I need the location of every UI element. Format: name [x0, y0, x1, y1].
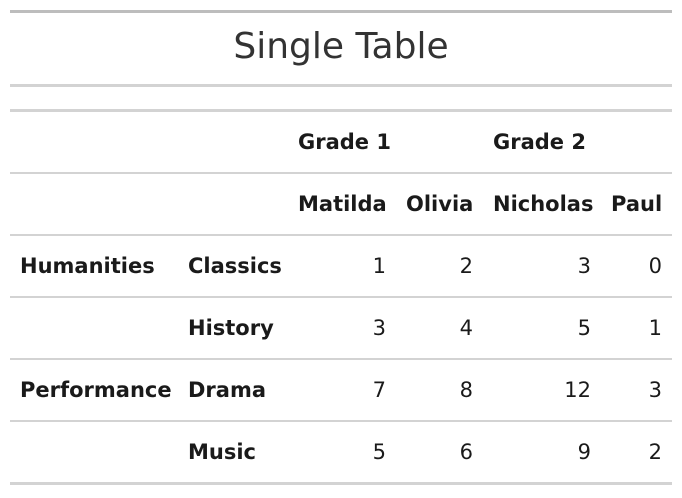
value-cell: 3	[601, 359, 672, 422]
grade-2-header: Grade 2	[483, 110, 672, 174]
student-header-row: Matilda Olivia Nicholas Paul	[10, 173, 672, 236]
table-title: Single Table	[10, 13, 672, 87]
student-header-nicholas: Nicholas	[483, 173, 601, 236]
subject-cell: Music	[188, 440, 256, 464]
value-cell: 3	[483, 235, 601, 298]
value-cell: 3	[288, 297, 396, 360]
value-cell: 4	[396, 297, 483, 360]
header-empty-cell	[178, 173, 288, 236]
student-header-paul: Paul	[601, 173, 672, 236]
student-header-matilda: Matilda	[288, 173, 396, 236]
table-frame: Single Table Grade 1 Grade 2 Matilda Oli…	[10, 10, 672, 485]
value-cell: 1	[601, 297, 672, 360]
value-cell: 5	[372, 440, 386, 464]
subject-cell: Drama	[178, 359, 288, 422]
value-cell: 12	[483, 359, 601, 422]
value-cell: 2	[396, 235, 483, 298]
grade-1-header: Grade 1	[288, 110, 483, 174]
group-cell	[10, 421, 178, 484]
student-header-olivia: Olivia	[396, 173, 483, 236]
value-cell: 0	[601, 235, 672, 298]
group-cell: Performance	[10, 359, 178, 422]
value-cell: 9	[577, 440, 591, 464]
title-gap	[10, 87, 672, 109]
grade-header-row: Grade 1 Grade 2	[10, 110, 672, 174]
value-cell: 5	[483, 297, 601, 360]
value-cell: 7	[288, 359, 396, 422]
value-cell: 1	[288, 235, 396, 298]
table-row: History 3 4 5 1	[10, 297, 672, 360]
data-table: Grade 1 Grade 2 Matilda Olivia Nicholas …	[10, 109, 672, 485]
subject-cell: History	[178, 297, 288, 360]
header-empty-cell	[178, 110, 288, 174]
subject-cell: Classics	[178, 235, 288, 298]
group-cell: Humanities	[10, 235, 178, 298]
table-row: Humanities Classics 1 2 3 0	[10, 235, 672, 298]
table-row: Music 5 6 9 2	[10, 421, 672, 484]
value-cell: 8	[396, 359, 483, 422]
value-cell: 6	[459, 440, 473, 464]
group-cell	[10, 297, 178, 360]
header-empty-cell	[10, 173, 178, 236]
table-row: Performance Drama 7 8 12 3	[10, 359, 672, 422]
value-cell: 2	[648, 440, 662, 464]
header-empty-cell	[10, 110, 178, 174]
